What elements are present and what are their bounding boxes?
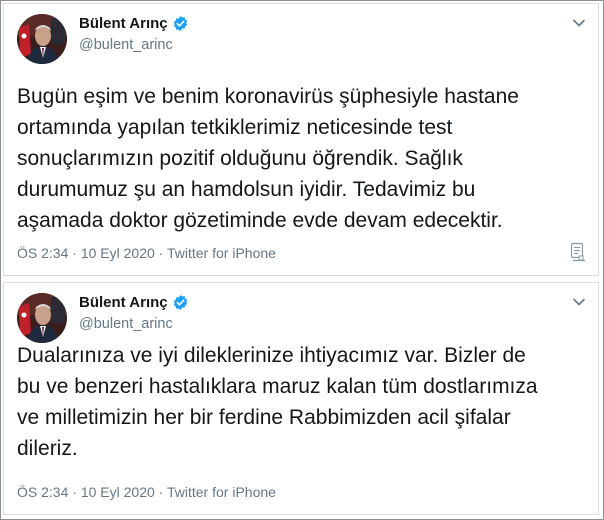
tweet-text: Dualarınıza ve iyi dileklerinize ihtiyac… (17, 344, 538, 460)
tweet-time[interactable]: ÖS 2:34 (17, 484, 68, 500)
meta-separator: · (68, 484, 81, 500)
tweet-metadata: ÖS 2:34 · 10 Eyl 2020 · Twitter for iPho… (17, 245, 276, 261)
display-name[interactable]: Bülent Arınç (79, 294, 189, 311)
meta-separator: · (154, 245, 167, 261)
tweet-card[interactable]: Bülent Arınç @bulent_arinc Bugün eşim ve… (3, 3, 599, 276)
tweet-card[interactable]: Bülent Arınç @bulent_arinc Dualarınıza v… (3, 282, 599, 515)
username-handle[interactable]: @bulent_arinc (79, 37, 173, 53)
meta-separator: · (68, 245, 81, 261)
tweet-analytics-icon[interactable] (570, 242, 586, 262)
username-handle[interactable]: @bulent_arinc (79, 316, 173, 332)
tweet-text: Bugün eşim ve benim koronavirüs şüphesiy… (17, 85, 519, 232)
avatar[interactable] (17, 14, 67, 64)
tweet-date[interactable]: 10 Eyl 2020 (81, 245, 155, 261)
meta-separator: · (154, 484, 167, 500)
display-name-text[interactable]: Bülent Arınç (79, 15, 168, 32)
avatar[interactable] (17, 293, 67, 343)
verified-badge-icon (172, 15, 189, 32)
chevron-down-icon[interactable] (572, 18, 586, 28)
display-name[interactable]: Bülent Arınç (79, 15, 189, 32)
tweet-source[interactable]: Twitter for iPhone (167, 245, 276, 261)
tweet-source[interactable]: Twitter for iPhone (167, 484, 276, 500)
display-name-text[interactable]: Bülent Arınç (79, 294, 168, 311)
verified-badge-icon (172, 294, 189, 311)
chevron-down-icon[interactable] (572, 297, 586, 307)
tweet-time[interactable]: ÖS 2:34 (17, 245, 68, 261)
tweet-metadata: ÖS 2:34 · 10 Eyl 2020 · Twitter for iPho… (17, 484, 276, 500)
tweet-date[interactable]: 10 Eyl 2020 (81, 484, 155, 500)
